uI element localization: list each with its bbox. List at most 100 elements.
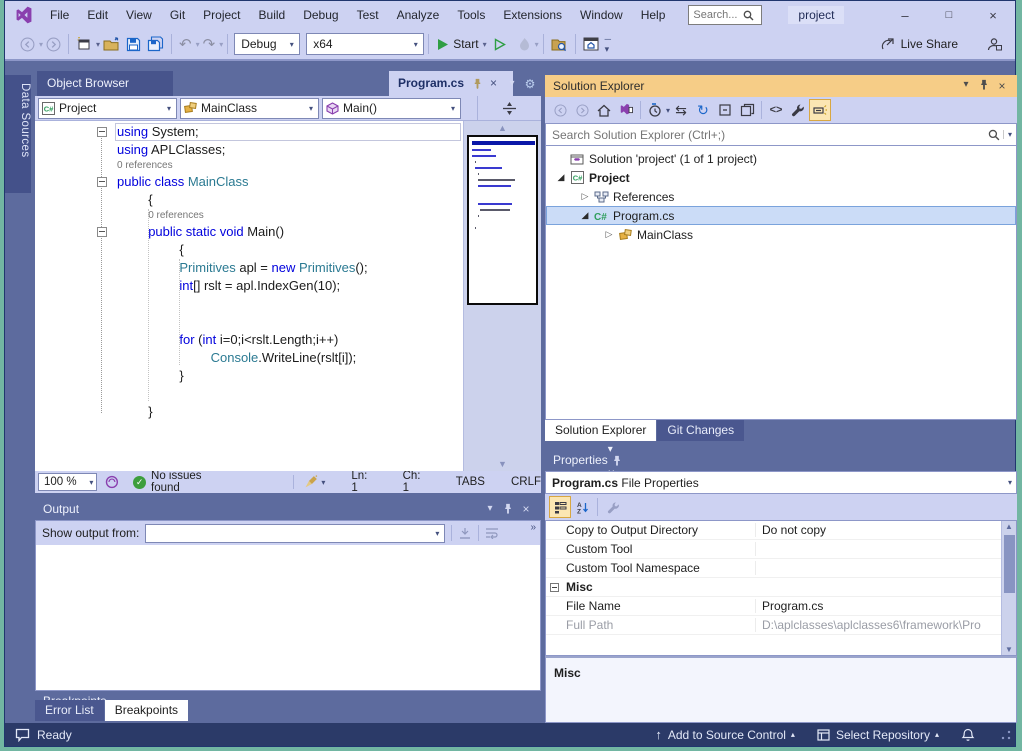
home-window-button[interactable] <box>580 32 602 56</box>
split-editor-button[interactable] <box>477 96 541 121</box>
expander-icon[interactable]: ▷ <box>578 191 592 202</box>
column-indicator[interactable]: Ch: 1 <box>403 471 430 493</box>
redo-dropdown[interactable]: ▾ <box>219 40 223 49</box>
codelens-icon[interactable] <box>105 475 119 489</box>
panel-tab-error-list[interactable]: Error List <box>35 700 104 721</box>
tab-program-cs[interactable]: Program.cs × <box>389 71 513 96</box>
code-cleanup-dropdown[interactable]: ▾ <box>321 478 325 487</box>
word-wrap-icon[interactable] <box>485 527 499 539</box>
menu-file[interactable]: File <box>41 8 78 22</box>
panel-tab-solution-explorer[interactable]: Solution Explorer <box>545 420 656 441</box>
solution-explorer-title-bar[interactable]: Solution Explorer ▾ × <box>545 75 1017 97</box>
menu-help[interactable]: Help <box>632 8 675 22</box>
expander-icon[interactable]: ◢ <box>554 172 568 183</box>
property-row[interactable]: Full PathD:\aplclasses\aplclasses6\frame… <box>546 616 1016 635</box>
add-to-source-control-button[interactable]: ↑ Add to Source Control ▴ <box>655 727 795 742</box>
property-value[interactable]: Program.cs <box>756 599 1016 613</box>
data-sources-tab[interactable]: Data Sources <box>5 75 31 193</box>
output-content[interactable] <box>35 545 541 691</box>
profiler-button[interactable] <box>515 32 534 56</box>
solution-explorer-search[interactable]: ▾ <box>545 123 1017 146</box>
window-position-dropdown-icon[interactable]: ▾ <box>608 444 613 455</box>
type-dropdown[interactable]: MainClass▾ <box>180 98 319 119</box>
code-line[interactable] <box>35 313 461 331</box>
property-row[interactable]: Copy to Output DirectoryDo not copy <box>546 521 1016 540</box>
scroll-down-icon[interactable]: ▼ <box>464 459 541 469</box>
expander-icon[interactable]: ▷ <box>602 229 616 240</box>
navigate-back-button[interactable] <box>17 32 38 56</box>
tree-item-references[interactable]: ▷References <box>546 187 1016 206</box>
feedback-bubble-icon[interactable] <box>15 728 30 742</box>
code-line[interactable]: public static void Main() <box>35 223 461 241</box>
search-options-dropdown-icon[interactable]: ▾ <box>1003 130 1016 139</box>
collapse-box-icon[interactable] <box>97 227 107 237</box>
wrench-icon[interactable] <box>787 99 809 121</box>
tree-item-program-cs[interactable]: ◢C#Program.cs <box>546 206 1016 225</box>
code-line[interactable] <box>35 385 461 403</box>
line-indicator[interactable]: Ln: 1 <box>351 471 376 493</box>
code-line[interactable]: Primitives apl = new Primitives(); <box>35 259 461 277</box>
maximize-button[interactable]: □ <box>927 1 971 29</box>
menu-window[interactable]: Window <box>571 8 632 22</box>
output-title-bar[interactable]: Output ▾ × <box>35 497 541 520</box>
home-icon[interactable] <box>593 99 615 121</box>
toolbar-overflow-icon[interactable]: » <box>530 522 536 533</box>
clear-output-icon[interactable] <box>458 527 472 540</box>
close-button[interactable]: × <box>971 1 1015 29</box>
project-dropdown[interactable]: C# Project▾ <box>38 98 177 119</box>
tabs-indicator[interactable]: TABS <box>456 476 485 488</box>
code-line[interactable]: using System; <box>35 123 461 141</box>
properties-object-select[interactable]: Program.cs File Properties ▾ <box>545 471 1017 494</box>
menu-view[interactable]: View <box>117 8 161 22</box>
tree-item-mainclass[interactable]: ▷MainClass <box>546 225 1016 244</box>
code-line[interactable] <box>35 295 461 313</box>
preview-selected-items-icon[interactable] <box>809 99 831 121</box>
live-share-button[interactable]: Live Share <box>877 32 961 56</box>
menu-extensions[interactable]: Extensions <box>494 8 571 22</box>
property-category-row[interactable]: Misc <box>546 578 1016 597</box>
save-button[interactable] <box>123 32 144 56</box>
property-row[interactable]: File NameProgram.cs <box>546 597 1016 616</box>
tree-item-solution-project-1-of-1-project-[interactable]: Solution 'project' (1 of 1 project) <box>546 149 1016 168</box>
profiler-dropdown[interactable]: ▾ <box>535 40 539 49</box>
menu-tools[interactable]: Tools <box>448 8 494 22</box>
property-grid-scrollbar[interactable]: ▲ ▼ <box>1001 521 1016 655</box>
collapse-category-icon[interactable] <box>550 583 559 592</box>
open-file-button[interactable] <box>100 32 123 56</box>
sign-in-user-button[interactable] <box>983 32 1005 56</box>
forward-icon[interactable] <box>571 99 593 121</box>
property-value[interactable]: Do not copy <box>756 523 1016 537</box>
collapse-all-icon[interactable] <box>714 99 736 121</box>
sync-with-active-document-icon[interactable]: ⇆ <box>670 99 692 121</box>
code-line[interactable]: using APLClasses; <box>35 141 461 159</box>
code-editor[interactable]: using System;using APLClasses;0 referenc… <box>35 121 541 471</box>
close-panel-icon[interactable]: × <box>517 502 535 516</box>
select-repository-button[interactable]: Select Repository ▴ <box>817 728 939 742</box>
menu-edit[interactable]: Edit <box>78 8 117 22</box>
notifications-bell-icon[interactable] <box>961 728 975 742</box>
code-line[interactable]: } <box>35 403 461 421</box>
scroll-up-icon[interactable]: ▲ <box>1002 522 1016 531</box>
panel-tab-breakpoints[interactable]: Breakpoints <box>105 700 188 721</box>
start-debugging-button[interactable]: Start ▾ <box>437 37 486 51</box>
code-line[interactable]: for (int i=0;i<rslt.Length;i++) <box>35 331 461 349</box>
code-line[interactable]: { <box>35 191 461 209</box>
switch-views-icon[interactable] <box>615 99 637 121</box>
panel-tab-git-changes[interactable]: Git Changes <box>657 420 744 441</box>
start-dropdown[interactable]: ▾ <box>483 40 487 49</box>
window-position-dropdown-icon[interactable]: ▾ <box>957 79 975 93</box>
redo-button[interactable]: ↷ <box>200 32 219 56</box>
refresh-icon[interactable]: ↻ <box>692 99 714 121</box>
menu-project[interactable]: Project <box>194 8 249 22</box>
code-line[interactable]: public class MainClass <box>35 173 461 191</box>
menu-git[interactable]: Git <box>161 8 194 22</box>
solution-configuration-select[interactable]: Debug▾ <box>234 33 300 55</box>
search-icon[interactable] <box>988 129 1000 141</box>
codelens-line[interactable]: 0 references <box>35 209 461 223</box>
property-row[interactable]: Custom Tool <box>546 540 1016 559</box>
tab-list-dropdown-icon[interactable]: ▾ <box>503 78 521 89</box>
codelens-line[interactable]: 0 references <box>35 159 461 173</box>
scroll-up-icon[interactable]: ▲ <box>464 123 541 133</box>
categorized-view-icon[interactable] <box>549 496 571 518</box>
property-pages-wrench-icon[interactable] <box>602 496 624 518</box>
